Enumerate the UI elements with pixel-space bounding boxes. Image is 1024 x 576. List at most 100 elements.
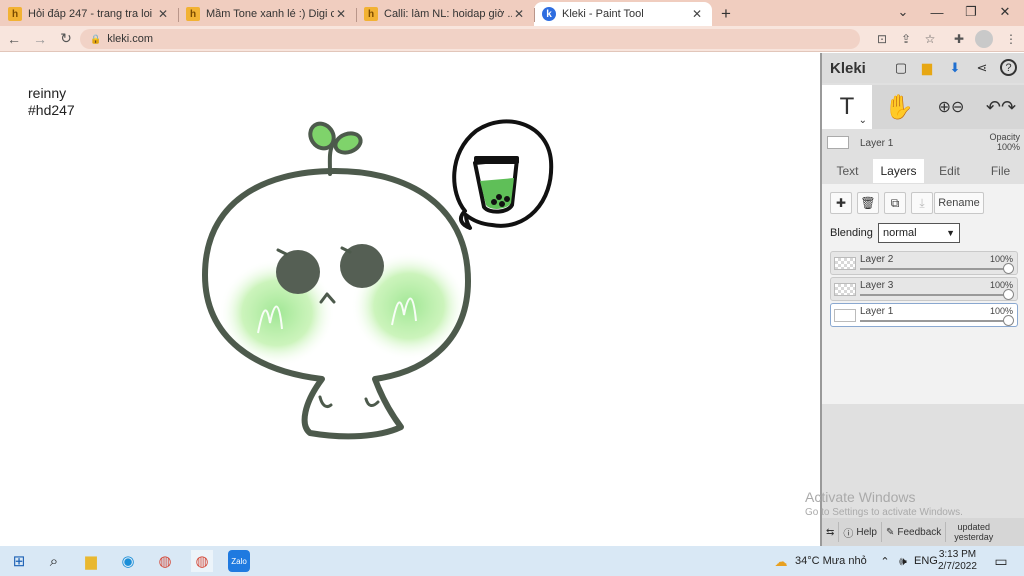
activate-windows-watermark: Activate Windows Go to Settings to activ…	[805, 489, 963, 518]
drawing-canvas[interactable]: reinny #hd247	[0, 53, 820, 546]
hand-tool-icon[interactable]: ✋	[874, 85, 924, 129]
minimize-button[interactable]: —	[920, 0, 954, 24]
layer-row[interactable]: Layer 2 100%	[830, 251, 1018, 275]
layer-row[interactable]: Layer 1 100%	[830, 303, 1018, 327]
text-tool-icon[interactable]: T ⌄	[822, 85, 872, 129]
bookmark-star-icon[interactable]: ☆	[921, 30, 939, 48]
share-icon[interactable]: ⋖	[973, 59, 991, 77]
layer-opacity-knob[interactable]	[1003, 263, 1014, 274]
browser-tab-strip: h Hỏi đáp 247 - trang tra loi ✕ h Mầm To…	[0, 0, 1024, 26]
chrome-profile-icon[interactable]: ◍	[191, 550, 213, 572]
tab-close-icon[interactable]: ✕	[334, 7, 348, 21]
chrome-browser-icon[interactable]: ◍	[154, 550, 176, 572]
layer-thumbnail	[834, 283, 856, 296]
chevron-down-icon: ▼	[946, 228, 955, 238]
layers-panel: ✚ 🗑 ⧉ ⤓ Rename Blending normal ▼ Layer 2…	[822, 184, 1024, 404]
address-bar[interactable]: 🔒 kleki.com	[80, 29, 860, 49]
download-icon[interactable]: ⬇	[946, 59, 964, 77]
help-icon: ⓘ	[843, 528, 854, 540]
browser-tab-1[interactable]: h Hỏi đáp 247 - trang tra loi ✕	[0, 2, 178, 26]
tab-title: Mầm Tone xanh lé :) Digi câu hỏi	[206, 8, 334, 20]
windows-taskbar: ⊞ ⌕ ▆ ◉ ◍ ◍ Zalo ☁ 34°C Mưa nhỏ ⌃ 🕪 ENG …	[0, 546, 1024, 576]
layer-opacity-slider[interactable]	[860, 320, 1008, 322]
tab-title: Hỏi đáp 247 - trang tra loi	[28, 8, 153, 20]
tab-close-icon[interactable]: ✕	[690, 7, 704, 21]
layer-opacity-knob[interactable]	[1003, 315, 1014, 326]
current-layer-opacity: Opacity 100%	[989, 132, 1020, 152]
add-layer-button[interactable]: ✚	[830, 192, 852, 214]
hd247-favicon-icon: h	[186, 7, 200, 21]
layer-opacity-slider[interactable]	[860, 294, 1008, 296]
windows-start-icon[interactable]: ⊞	[8, 550, 30, 572]
tab-text[interactable]: Text	[822, 159, 873, 183]
browser-tab-4[interactable]: k Kleki - Paint Tool ✕	[534, 2, 712, 26]
tab-file[interactable]: File	[975, 159, 1024, 183]
merge-layer-button[interactable]: ⤓	[911, 192, 933, 214]
new-image-icon[interactable]: ▢	[892, 59, 910, 77]
kleki-favicon-icon: k	[542, 7, 556, 21]
tool-bar: T ⌄ ✋ ⊕⊖ ↶↷	[822, 85, 1024, 129]
layer-opacity-slider[interactable]	[860, 268, 1008, 270]
help-button[interactable]: ⓘ Help	[839, 518, 881, 546]
layer-opacity-knob[interactable]	[1003, 289, 1014, 300]
kleki-side-panel: Kleki ▢ ▆ ⬇ ⋖ ? T ⌄ ✋ ⊕⊖ ↶↷ Layer 1 Opaci…	[820, 53, 1024, 546]
file-explorer-icon[interactable]: ▆	[80, 550, 102, 572]
url-text: kleki.com	[107, 33, 154, 45]
help-circle-icon[interactable]: ?	[1000, 59, 1017, 76]
tab-search-chevron-icon[interactable]: ⌄	[886, 0, 920, 24]
kleki-header: Kleki ▢ ▆ ⬇ ⋖ ?	[822, 53, 1024, 83]
restore-button[interactable]: ❐	[954, 0, 988, 24]
current-layer-thumbnail	[827, 136, 849, 149]
current-layer-name: Layer 1	[860, 138, 894, 149]
tab-close-icon[interactable]: ✕	[156, 7, 170, 21]
back-arrow-icon[interactable]: ←	[2, 28, 26, 50]
rename-layer-button[interactable]: Rename	[934, 192, 984, 214]
browser-menu-icon[interactable]: ⋮	[1002, 30, 1020, 48]
taskbar-clock[interactable]: 3:13 PM 2/7/2022	[938, 549, 977, 573]
browser-tab-2[interactable]: h Mầm Tone xanh lé :) Digi câu hỏi ✕	[178, 2, 356, 26]
close-window-button[interactable]: ✕	[988, 0, 1022, 24]
tab-title: Calli: làm NL: hoidap giờ ... từ 1 k	[384, 8, 512, 20]
layer-row[interactable]: Layer 3 100%	[830, 277, 1018, 301]
blending-select[interactable]: normal ▼	[878, 223, 960, 243]
reload-icon[interactable]: ↻	[54, 28, 78, 50]
weather-text[interactable]: 34°C Mưa nhỏ	[795, 555, 867, 567]
forward-arrow-icon[interactable]: →	[28, 28, 52, 50]
weather-icon: ☁	[774, 554, 788, 569]
delete-layer-button[interactable]: 🗑	[857, 192, 879, 214]
duplicate-layer-button[interactable]: ⧉	[884, 192, 906, 214]
notification-icon[interactable]: ▭	[990, 550, 1012, 572]
edge-browser-icon[interactable]: ◉	[117, 550, 139, 572]
share-page-icon[interactable]: ⇪	[897, 30, 915, 48]
artwork-drawing	[202, 119, 554, 440]
browser-tab-3[interactable]: h Calli: làm NL: hoidap giờ ... từ 1 k ✕	[356, 2, 534, 26]
translate-icon[interactable]: ⊡	[873, 30, 891, 48]
layer-thumbnail	[834, 257, 856, 270]
input-language[interactable]: ENG	[914, 555, 938, 567]
panel-tabs: Text Layers Edit File	[822, 159, 1024, 183]
profile-avatar[interactable]	[975, 30, 993, 48]
swap-side-icon[interactable]: ⇆	[822, 518, 838, 546]
hd247-favicon-icon: h	[8, 7, 22, 21]
open-folder-icon[interactable]: ▆	[918, 59, 936, 77]
new-tab-button[interactable]: +	[712, 2, 740, 26]
search-icon[interactable]: ⌕	[43, 550, 65, 572]
undo-redo-icon[interactable]: ↶↷	[976, 85, 1024, 129]
sprout-stem	[327, 144, 334, 176]
tab-layers[interactable]: Layers	[873, 159, 924, 183]
volume-icon[interactable]: 🕪	[892, 550, 914, 572]
panel-footer: ⇆ ⓘ Help ✎ Feedback updated yesterday	[822, 518, 1024, 546]
feedback-icon: ✎	[885, 526, 895, 538]
tab-close-icon[interactable]: ✕	[512, 7, 526, 21]
tab-title: Kleki - Paint Tool	[562, 8, 644, 20]
left-eye	[276, 250, 320, 294]
tab-edit[interactable]: Edit	[924, 159, 975, 183]
zalo-app-icon[interactable]: Zalo	[228, 550, 250, 572]
sprout-leaf-left	[308, 121, 336, 151]
extensions-puzzle-icon[interactable]: ✚	[950, 30, 968, 48]
sprout-leaf-right	[333, 131, 363, 155]
zoom-icon[interactable]: ⊕⊖	[926, 85, 976, 129]
blending-label: Blending	[830, 227, 873, 239]
feedback-button[interactable]: ✎ Feedback	[882, 518, 945, 546]
layer-thumbnail	[834, 309, 856, 322]
